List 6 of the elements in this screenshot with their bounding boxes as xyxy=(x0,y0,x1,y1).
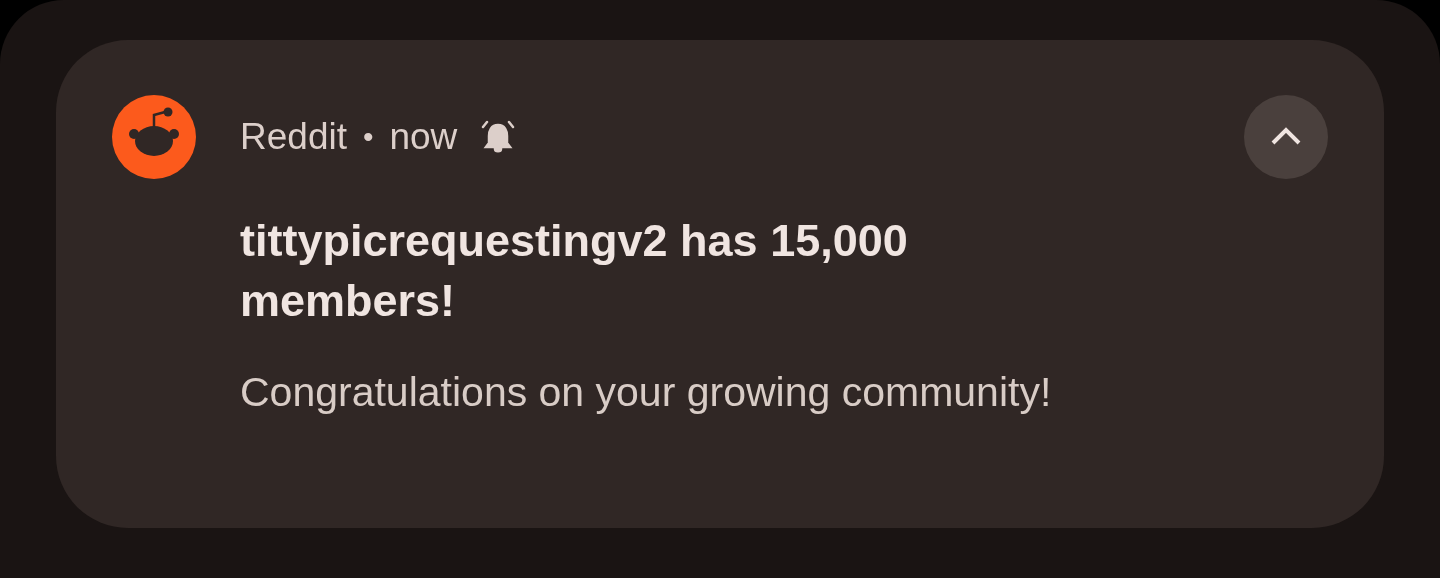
notification-title: tittypicrequestingv2 has 15,000 members! xyxy=(240,214,909,328)
separator-dot: • xyxy=(362,120,374,154)
notification-text: Congratulations on your growing community! xyxy=(240,369,1053,416)
app-icon xyxy=(112,95,196,179)
notification-time: now xyxy=(389,116,458,158)
app-name: Reddit xyxy=(240,116,347,158)
